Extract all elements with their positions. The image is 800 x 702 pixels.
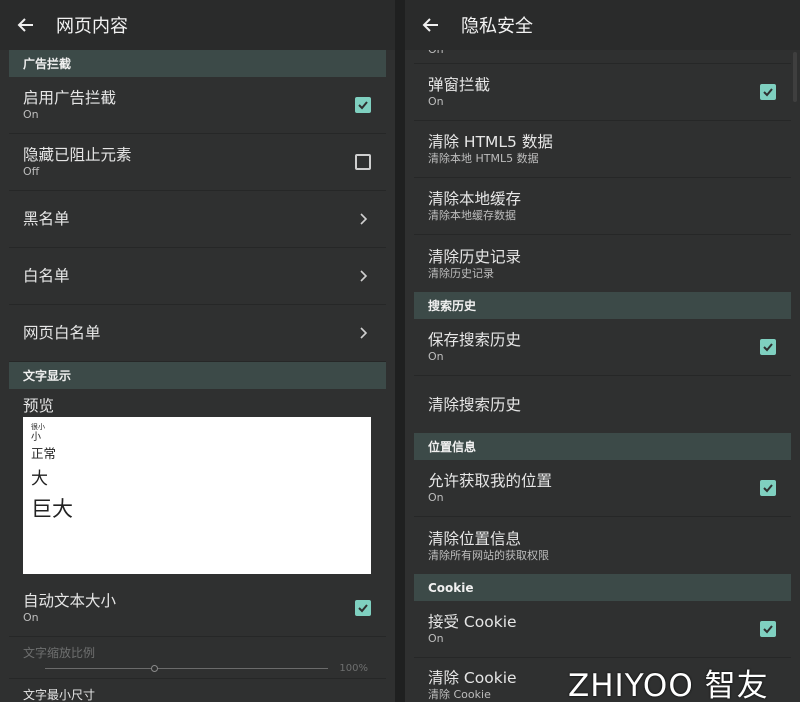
setting-status: On xyxy=(23,611,39,624)
section-header-text-display: 文字显示 xyxy=(9,362,386,389)
checkmark-icon xyxy=(763,625,773,634)
setting-clear-search-history[interactable]: 清除搜索历史 xyxy=(414,376,791,433)
preview-small-text: 小 xyxy=(31,432,41,443)
preview-large-text: 大 xyxy=(31,469,48,489)
setting-description: 清除历史记录 xyxy=(428,266,494,280)
app-bar: 隐私安全 xyxy=(405,0,800,50)
section-header-search-history: 搜索历史 xyxy=(414,292,791,319)
setting-whitelist[interactable]: 白名单 xyxy=(9,248,386,305)
enable-adblock-checkbox[interactable] xyxy=(355,97,371,113)
setting-status: On xyxy=(428,50,791,57)
privacy-security-settings-panel: 隐私安全 On 弹窗拦截 On 清除 HTML5 数据 清除本地 HTML5 数… xyxy=(405,0,800,702)
scrollbar[interactable] xyxy=(793,52,797,102)
save-search-checkbox[interactable] xyxy=(760,339,776,355)
checkmark-icon xyxy=(358,604,368,613)
checkmark-icon xyxy=(763,88,773,97)
setting-title: 清除本地缓存 xyxy=(428,190,522,208)
preview-label: 预览 xyxy=(23,397,55,415)
setting-popup-blocking[interactable]: 弹窗拦截 On xyxy=(414,64,791,121)
setting-title: 清除搜索历史 xyxy=(428,395,522,414)
setting-title: 自动文本大小 xyxy=(23,592,117,610)
preview-tiny-text: 很小 xyxy=(31,423,45,431)
back-button[interactable] xyxy=(405,0,455,50)
setting-save-search-history[interactable]: 保存搜索历史 On xyxy=(414,319,791,376)
arrow-left-icon xyxy=(422,18,438,32)
setting-web-whitelist[interactable]: 网页白名单 xyxy=(9,305,386,362)
page-title: 隐私安全 xyxy=(461,16,533,37)
setting-blacklist[interactable]: 黑名单 xyxy=(9,191,386,248)
text-size-preview: 很小 小 正常 大 巨大 xyxy=(23,417,371,574)
setting-title: 文字缩放比例 xyxy=(23,646,96,660)
setting-status: Off xyxy=(23,165,40,178)
setting-title: 清除 HTML5 数据 xyxy=(428,133,553,151)
text-scale-slider[interactable]: 100% xyxy=(45,663,368,677)
setting-clear-history[interactable]: 清除历史记录 清除历史记录 xyxy=(414,235,791,292)
slider-thumb[interactable] xyxy=(151,665,158,672)
setting-text-scale[interactable]: 文字缩放比例 100% xyxy=(9,637,386,679)
checkmark-icon xyxy=(358,101,368,110)
setting-title: 黑名单 xyxy=(23,210,70,228)
setting-clear-location[interactable]: 清除位置信息 清除所有网站的获取权限 xyxy=(414,517,791,574)
setting-title: 文字最小尺寸 xyxy=(23,688,96,702)
setting-title: 弹窗拦截 xyxy=(428,76,491,94)
slider-value: 100% xyxy=(339,663,368,674)
setting-allow-location[interactable]: 允许获取我的位置 On xyxy=(414,460,791,517)
web-content-settings-panel: 网页内容 广告拦截 启用广告拦截 On 隐藏已阻止元素 Off 黑名单 白名单 … xyxy=(0,0,395,702)
setting-status: On xyxy=(23,108,39,121)
setting-title: 启用广告拦截 xyxy=(23,89,117,107)
app-bar: 网页内容 xyxy=(0,0,395,50)
setting-description: 清除所有网站的获取权限 xyxy=(428,548,549,562)
setting-status: On xyxy=(428,350,444,363)
popup-blocking-checkbox[interactable] xyxy=(760,84,776,100)
setting-status: On xyxy=(428,632,444,645)
page-title: 网页内容 xyxy=(56,16,128,37)
arrow-left-icon xyxy=(17,18,33,32)
setting-min-text-size[interactable]: 文字最小尺寸 xyxy=(9,679,386,702)
setting-title: 允许获取我的位置 xyxy=(428,472,553,490)
setting-clear-html5-data[interactable]: 清除 HTML5 数据 清除本地 HTML5 数据 xyxy=(414,121,791,178)
section-header-adblock: 广告拦截 xyxy=(9,50,386,77)
setting-title: 清除位置信息 xyxy=(428,529,522,548)
chevron-right-icon xyxy=(360,213,368,225)
preview-huge-text: 巨大 xyxy=(31,497,73,521)
setting-clear-local-cache[interactable]: 清除本地缓存 清除本地缓存数据 xyxy=(414,178,791,235)
setting-title: 保存搜索历史 xyxy=(428,331,522,349)
preview-normal-text: 正常 xyxy=(31,446,57,461)
checkmark-icon xyxy=(763,343,773,352)
setting-auto-text-size[interactable]: 自动文本大小 On xyxy=(9,580,386,637)
setting-description: 清除本地缓存数据 xyxy=(428,209,516,222)
back-button[interactable] xyxy=(0,0,50,50)
hide-blocked-checkbox[interactable] xyxy=(355,154,371,170)
chevron-right-icon xyxy=(360,327,368,339)
auto-text-checkbox[interactable] xyxy=(355,600,371,616)
setting-title: 接受 Cookie xyxy=(428,613,517,631)
section-header-location: 位置信息 xyxy=(414,433,791,460)
setting-title: 清除历史记录 xyxy=(428,247,522,266)
setting-title: 网页白名单 xyxy=(23,324,101,342)
watermark-logo: ZHIYOO 智友 xyxy=(568,668,769,702)
setting-status: On xyxy=(428,95,444,108)
setting-accept-cookie[interactable]: 接受 Cookie On xyxy=(414,601,791,658)
setting-hide-blocked-elements[interactable]: 隐藏已阻止元素 Off xyxy=(9,134,386,191)
setting-cut-off: On xyxy=(414,50,791,64)
accept-cookie-checkbox[interactable] xyxy=(760,621,776,637)
setting-title: 隐藏已阻止元素 xyxy=(23,146,132,164)
setting-description: 清除本地 HTML5 数据 xyxy=(428,152,539,165)
setting-status: On xyxy=(428,491,444,504)
chevron-right-icon xyxy=(360,270,368,282)
setting-title: 白名单 xyxy=(23,267,70,285)
section-header-cookie: Cookie xyxy=(414,574,791,601)
slider-track xyxy=(45,668,328,669)
setting-enable-adblock[interactable]: 启用广告拦截 On xyxy=(9,77,386,134)
checkmark-icon xyxy=(763,484,773,493)
allow-location-checkbox[interactable] xyxy=(760,480,776,496)
